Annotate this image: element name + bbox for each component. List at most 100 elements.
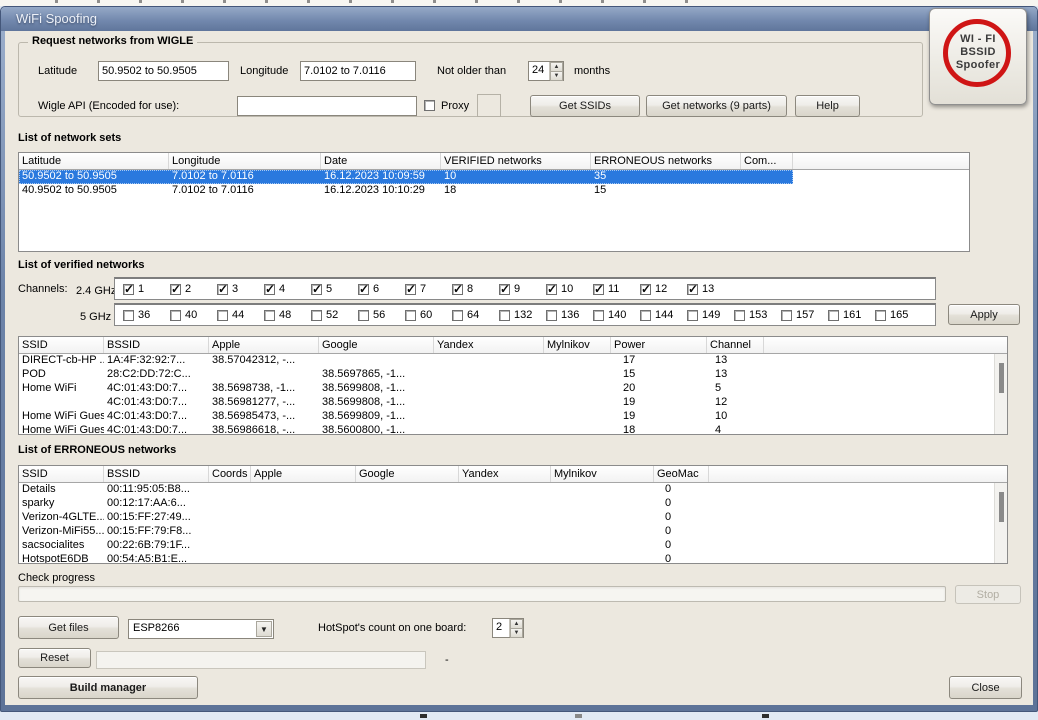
checkbox-checked-icon[interactable]	[640, 284, 651, 295]
spin-down-icon[interactable]: ▼	[550, 72, 563, 81]
checkbox-checked-icon[interactable]	[170, 284, 181, 295]
column-header-com-[interactable]: Com...	[741, 153, 793, 169]
checkbox-checked-icon[interactable]	[123, 284, 134, 295]
checkbox-checked-icon[interactable]	[499, 284, 510, 295]
get-files-button[interactable]: Get files	[18, 616, 119, 639]
proxy-extra-box[interactable]	[477, 94, 501, 117]
help-button[interactable]: Help	[795, 95, 860, 117]
vertical-scrollbar[interactable]	[994, 354, 1007, 434]
window-titlebar[interactable]	[1, 7, 1037, 31]
column-header-channel[interactable]: Channel	[707, 337, 764, 353]
channel-1-item[interactable]: 1	[123, 283, 144, 295]
channel-9-item[interactable]: 9	[499, 283, 520, 295]
checkbox-unchecked-icon[interactable]	[452, 310, 463, 321]
column-header-ssid[interactable]: SSID	[19, 466, 104, 482]
checkbox-unchecked-icon[interactable]	[546, 310, 557, 321]
channel-48-item[interactable]: 48	[264, 309, 291, 321]
vertical-scrollbar[interactable]	[994, 483, 1007, 563]
column-header-yandex[interactable]: Yandex	[434, 337, 544, 353]
channel-144-item[interactable]: 144	[640, 309, 673, 321]
channel-44-item[interactable]: 44	[217, 309, 244, 321]
checkbox-unchecked-icon[interactable]	[875, 310, 886, 321]
spin-down-icon[interactable]: ▼	[510, 629, 523, 638]
channel-149-item[interactable]: 149	[687, 309, 720, 321]
table-row[interactable]: Verizon-4GLTE...00:15:FF:27:49...0	[19, 511, 1007, 525]
checkbox-checked-icon[interactable]	[217, 284, 228, 295]
channel-13-item[interactable]: 13	[687, 283, 714, 295]
channel-7-item[interactable]: 7	[405, 283, 426, 295]
column-header-geomac[interactable]: GeoMac	[654, 466, 709, 482]
spin-up-icon[interactable]: ▲	[550, 62, 563, 72]
table-row[interactable]: 50.9502 to 50.95057.0102 to 7.011616.12.…	[19, 170, 969, 184]
build-path-field[interactable]	[96, 651, 426, 669]
table-row[interactable]: 4C:01:43:D0:7...38.56981277, -...38.5699…	[19, 396, 1007, 410]
hotspot-count-spinner[interactable]: 2 ▲▼	[492, 618, 524, 638]
checkbox-unchecked-icon[interactable]	[499, 310, 510, 321]
table-row[interactable]: sacsocialites00:22:6B:79:1F...0	[19, 539, 1007, 553]
checkbox-unchecked-icon[interactable]	[264, 310, 275, 321]
checkbox-unchecked-icon[interactable]	[828, 310, 839, 321]
latitude-input[interactable]	[98, 61, 229, 81]
checkbox-unchecked-icon[interactable]	[734, 310, 745, 321]
get-networks-button[interactable]: Get networks (9 parts)	[646, 95, 787, 117]
channel-5-item[interactable]: 5	[311, 283, 332, 295]
checkbox-unchecked-icon[interactable]	[311, 310, 322, 321]
column-header-mylnikov[interactable]: Mylnikov	[551, 466, 654, 482]
wigle-api-input[interactable]	[237, 96, 417, 116]
channel-136-item[interactable]: 136	[546, 309, 579, 321]
board-select[interactable]: ESP8266 ▼	[128, 619, 274, 639]
channel-3-item[interactable]: 3	[217, 283, 238, 295]
months-spinner[interactable]: 24 ▲▼	[528, 61, 564, 81]
channel-4-item[interactable]: 4	[264, 283, 285, 295]
channel-161-item[interactable]: 161	[828, 309, 861, 321]
scrollbar-thumb[interactable]	[999, 492, 1004, 522]
channel-12-item[interactable]: 12	[640, 283, 667, 295]
column-header-longitude[interactable]: Longitude	[169, 153, 321, 169]
checkbox-checked-icon[interactable]	[405, 284, 416, 295]
checkbox-unchecked-icon[interactable]	[405, 310, 416, 321]
column-header-google[interactable]: Google	[356, 466, 459, 482]
checkbox-checked-icon[interactable]	[264, 284, 275, 295]
channel-56-item[interactable]: 56	[358, 309, 385, 321]
channel-153-item[interactable]: 153	[734, 309, 767, 321]
table-row[interactable]: POD28:C2:DD:72:C...38.5697865, -1...1513	[19, 368, 1007, 382]
get-ssids-button[interactable]: Get SSIDs	[530, 95, 640, 117]
table-row[interactable]: Home WiFi Guest4C:01:43:D0:7...38.569866…	[19, 424, 1007, 434]
table-row[interactable]: Details00:11:95:05:B8...0	[19, 483, 1007, 497]
column-header-bssid[interactable]: BSSID	[104, 337, 209, 353]
table-row[interactable]: DIRECT-cb-HP ...1A:4F:32:92:7...38.57042…	[19, 354, 1007, 368]
spin-up-icon[interactable]: ▲	[510, 619, 523, 629]
column-header-date[interactable]: Date	[321, 153, 441, 169]
column-header-verified-networks[interactable]: VERIFIED networks	[441, 153, 591, 169]
channel-140-item[interactable]: 140	[593, 309, 626, 321]
column-header-mylnikov[interactable]: Mylnikov	[544, 337, 611, 353]
checkbox-unchecked-icon[interactable]	[640, 310, 651, 321]
channel-52-item[interactable]: 52	[311, 309, 338, 321]
column-header-erroneous-networks[interactable]: ERRONEOUS networks	[591, 153, 741, 169]
reset-button[interactable]: Reset	[18, 648, 91, 668]
channel-6-item[interactable]: 6	[358, 283, 379, 295]
column-header-apple[interactable]: Apple	[251, 466, 356, 482]
column-header-google[interactable]: Google	[319, 337, 434, 353]
column-header-bssid[interactable]: BSSID	[104, 466, 209, 482]
channel-36-item[interactable]: 36	[123, 309, 150, 321]
scrollbar-thumb[interactable]	[999, 363, 1004, 393]
column-header-coords[interactable]: Coords	[209, 466, 251, 482]
checkbox-unchecked-icon[interactable]	[217, 310, 228, 321]
checkbox-unchecked-icon[interactable]	[358, 310, 369, 321]
checkbox-checked-icon[interactable]	[687, 284, 698, 295]
checkbox-checked-icon[interactable]	[358, 284, 369, 295]
channel-40-item[interactable]: 40	[170, 309, 197, 321]
channel-64-item[interactable]: 64	[452, 309, 479, 321]
network-sets-table[interactable]: LatitudeLongitudeDateVERIFIED networksER…	[18, 152, 970, 252]
column-header-ssid[interactable]: SSID	[19, 337, 104, 353]
longitude-input[interactable]	[300, 61, 416, 81]
checkbox-checked-icon[interactable]	[311, 284, 322, 295]
chevron-down-icon[interactable]: ▼	[256, 621, 272, 637]
checkbox-checked-icon[interactable]	[546, 284, 557, 295]
checkbox-checked-icon[interactable]	[452, 284, 463, 295]
checkbox-unchecked-icon[interactable]	[781, 310, 792, 321]
table-row[interactable]: Home WiFi Guest4C:01:43:D0:7...38.569854…	[19, 410, 1007, 424]
build-manager-button[interactable]: Build manager	[18, 676, 198, 699]
column-header-yandex[interactable]: Yandex	[459, 466, 551, 482]
